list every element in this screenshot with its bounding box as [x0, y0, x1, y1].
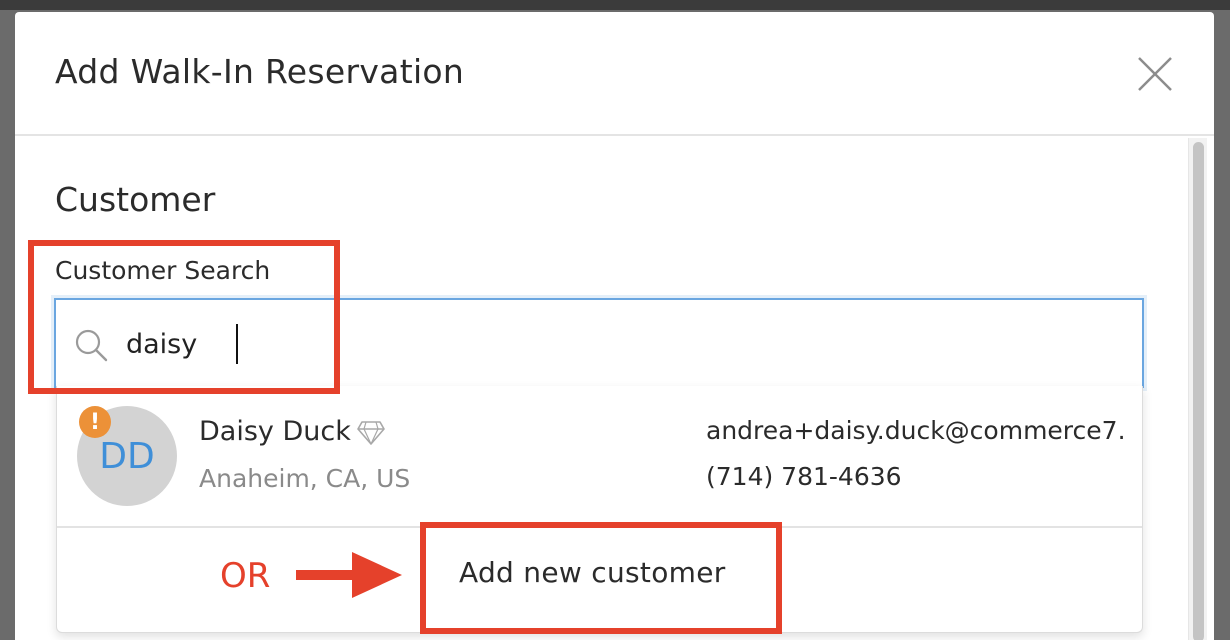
dialog-title: Add Walk-In Reservation — [55, 52, 465, 91]
add-new-customer-button[interactable]: Add new customer — [459, 556, 726, 589]
dialog-header: Add Walk-In Reservation — [15, 12, 1214, 136]
scrollbar-thumb[interactable] — [1193, 142, 1204, 640]
customer-search-label: Customer Search — [55, 256, 271, 285]
annotation-or-label: OR — [220, 556, 271, 596]
customer-result-row[interactable]: DD ! Daisy Duck Anaheim, CA, US andrea+d… — [57, 386, 1142, 528]
close-button[interactable] — [1133, 52, 1177, 96]
annotation-arrow-icon — [296, 552, 402, 598]
customer-email: andrea+daisy.duck@commerce7.c — [706, 416, 1124, 445]
text-caret — [236, 324, 238, 364]
customer-search-box[interactable] — [54, 298, 1144, 388]
customer-location: Anaheim, CA, US — [199, 464, 411, 493]
page-backdrop — [0, 0, 1230, 10]
customer-phone: (714) 781-4636 — [706, 462, 902, 491]
diamond-icon — [357, 421, 385, 445]
add-walk-in-reservation-dialog: Add Walk-In Reservation Customer Custome… — [15, 12, 1214, 640]
customer-name: Daisy Duck — [199, 416, 351, 447]
search-icon — [75, 329, 108, 362]
customer-search-input[interactable] — [126, 320, 1026, 368]
customer-section-heading: Customer — [55, 180, 216, 219]
close-icon — [1138, 57, 1172, 91]
dialog-scrollbar[interactable] — [1188, 138, 1207, 640]
alert-icon: ! — [79, 406, 111, 438]
